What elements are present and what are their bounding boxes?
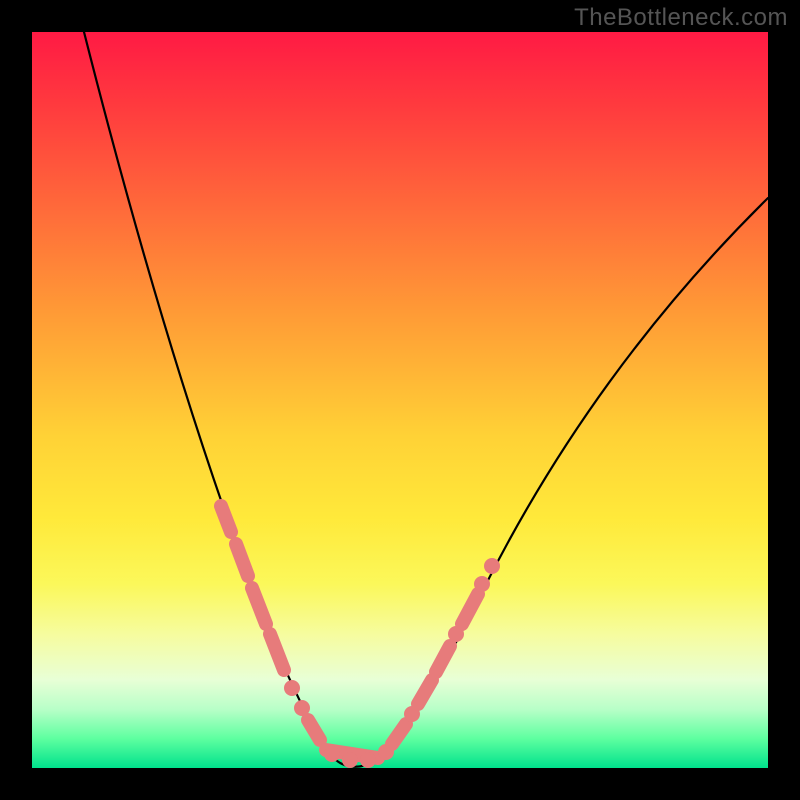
marker-seg xyxy=(236,544,248,576)
marker-seg xyxy=(308,720,320,740)
chart-svg xyxy=(32,32,768,768)
plot-area xyxy=(32,32,768,768)
marker-dot xyxy=(360,752,376,768)
watermark-text: TheBottleneck.com xyxy=(574,4,788,32)
marker-seg xyxy=(221,506,231,532)
marker-group xyxy=(221,506,500,768)
bottleneck-curve xyxy=(84,32,768,767)
marker-seg xyxy=(392,724,406,744)
marker-dot xyxy=(324,746,340,762)
chart-frame: TheBottleneck.com xyxy=(0,0,800,800)
marker-dot xyxy=(484,558,500,574)
marker-seg xyxy=(252,588,266,624)
marker-dot xyxy=(342,752,358,768)
marker-seg xyxy=(462,594,478,624)
marker-dot xyxy=(474,576,490,592)
marker-seg xyxy=(436,646,450,672)
marker-seg xyxy=(418,680,432,704)
marker-dot xyxy=(284,680,300,696)
marker-seg xyxy=(270,634,284,670)
